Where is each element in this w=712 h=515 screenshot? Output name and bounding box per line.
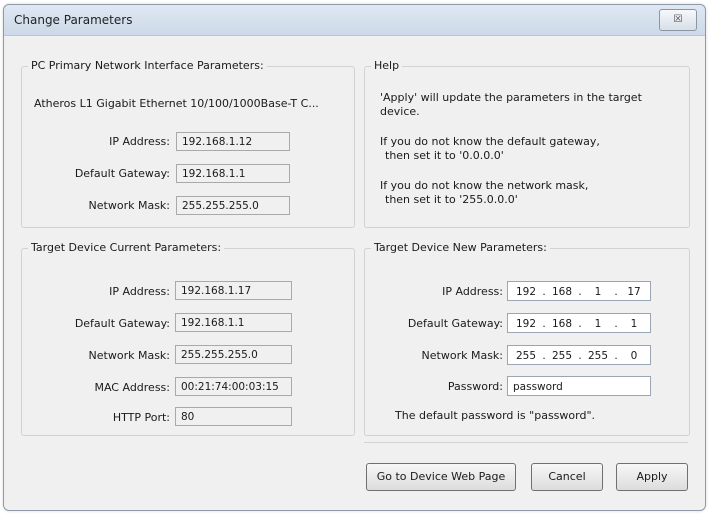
new-mask-input[interactable]: 255. 255. 255. 0 <box>507 345 651 365</box>
new-mask-label: Network Mask: <box>421 349 503 362</box>
ip-octet-4: 17 <box>627 286 641 298</box>
pc-ip-field: 192.168.1.12 <box>176 132 290 151</box>
new-ip-input[interactable]: 192. 168. 1. 17 <box>507 281 651 301</box>
new-gateway-label: Default Gateway: <box>407 317 503 330</box>
gw-dot: . <box>542 318 546 330</box>
mask-dot: . <box>542 350 546 362</box>
current-port-field: 80 <box>175 407 292 426</box>
ip-dot: . <box>614 286 618 298</box>
help-line-1: 'Apply' will update the parameters in th… <box>380 91 642 104</box>
gw-octet-4: 1 <box>630 318 638 330</box>
pc-ip-label: IP Address: <box>109 135 170 148</box>
close-icon: ☒ <box>673 14 683 25</box>
current-gateway-field: 192.168.1.1 <box>175 313 292 332</box>
current-mask-field: 255.255.255.0 <box>175 345 292 364</box>
pc-mask-field: 255.255.255.0 <box>176 196 290 215</box>
title-bar: Change Parameters ☒ <box>4 5 705 36</box>
mask-octet-1: 255 <box>515 350 537 362</box>
current-mask-label: Network Mask: <box>88 349 170 362</box>
help-line-3: If you do not know the default gateway, <box>380 135 600 148</box>
current-params-group: Target Device Current Parameters: IP Add… <box>21 241 355 436</box>
ip-octet-3: 1 <box>594 286 602 298</box>
ip-dot: . <box>542 286 546 298</box>
mask-octet-2: 255 <box>551 350 573 362</box>
mask-dot: . <box>614 350 618 362</box>
cancel-button[interactable]: Cancel <box>531 463 603 491</box>
current-group-legend: Target Device Current Parameters: <box>28 241 225 254</box>
current-ip-label: IP Address: <box>109 285 170 298</box>
pc-network-group: PC Primary Network Interface Parameters:… <box>21 59 355 228</box>
new-params-group: Target Device New Parameters: IP Address… <box>364 241 690 436</box>
help-legend: Help <box>371 59 403 72</box>
password-hint: The default password is "password". <box>395 409 595 422</box>
help-group: Help 'Apply' will update the parameters … <box>364 59 690 228</box>
help-line-5: If you do not know the network mask, <box>380 179 589 192</box>
current-mac-label: MAC Address: <box>94 381 170 394</box>
new-ip-label: IP Address: <box>442 285 503 298</box>
gw-octet-3: 1 <box>594 318 602 330</box>
pc-gateway-label: Default Gateway: <box>74 167 170 180</box>
help-line-4: then set it to '0.0.0.0' <box>385 149 504 162</box>
new-gateway-input[interactable]: 192. 168. 1. 1 <box>507 313 651 333</box>
mask-octet-3: 255 <box>587 350 609 362</box>
ip-octet-1: 192 <box>515 286 537 298</box>
password-label: Password: <box>447 380 503 393</box>
help-line-2: device. <box>380 105 420 118</box>
pc-group-legend: PC Primary Network Interface Parameters: <box>28 59 267 72</box>
pc-mask-label: Network Mask: <box>88 199 170 212</box>
change-parameters-dialog: Change Parameters ☒ PC Primary Network I… <box>3 4 706 511</box>
mask-octet-4: 0 <box>630 350 638 362</box>
close-button[interactable]: ☒ <box>659 9 697 31</box>
window-title: Change Parameters <box>14 13 133 27</box>
new-group-legend: Target Device New Parameters: <box>371 241 550 254</box>
pc-gateway-field: 192.168.1.1 <box>176 164 290 183</box>
gw-dot: . <box>578 318 582 330</box>
password-input[interactable]: password <box>507 376 651 396</box>
gw-octet-2: 168 <box>551 318 573 330</box>
button-separator <box>364 442 688 443</box>
apply-button[interactable]: Apply <box>616 463 688 491</box>
ip-dot: . <box>578 286 582 298</box>
current-gateway-label: Default Gateway: <box>74 317 170 330</box>
gw-dot: . <box>614 318 618 330</box>
current-mac-field: 00:21:74:00:03:15 <box>175 377 292 396</box>
ip-octet-2: 168 <box>551 286 573 298</box>
help-line-6: then set it to '255.0.0.0' <box>385 193 518 206</box>
current-ip-field: 192.168.1.17 <box>175 281 292 300</box>
adapter-name: Atheros L1 Gigabit Ethernet 10/100/1000B… <box>34 97 319 110</box>
mask-dot: . <box>578 350 582 362</box>
current-port-label: HTTP Port: <box>112 411 170 424</box>
gw-octet-1: 192 <box>515 318 537 330</box>
go-to-web-page-button[interactable]: Go to Device Web Page <box>366 463 516 491</box>
